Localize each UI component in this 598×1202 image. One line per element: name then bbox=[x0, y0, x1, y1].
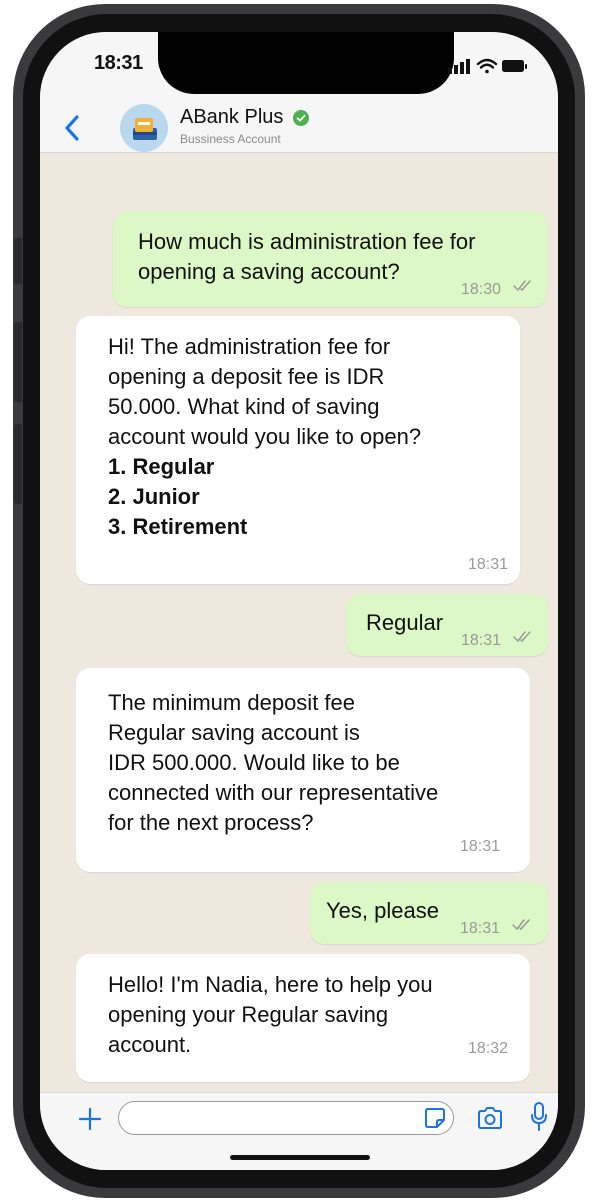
message-text-line: connected with our representative bbox=[108, 780, 439, 805]
home-indicator[interactable] bbox=[230, 1155, 370, 1160]
double-check-icon bbox=[512, 919, 530, 931]
message-text-line: Regular saving account is bbox=[108, 720, 360, 745]
message-text-line: for the next process? bbox=[108, 810, 314, 835]
contact-subtitle: Bussiness Account bbox=[180, 132, 281, 146]
phone-mute-switch bbox=[14, 238, 22, 284]
message-composer bbox=[40, 1092, 558, 1170]
message-text-line: Yes, please bbox=[326, 898, 439, 923]
message-text-line: The minimum deposit fee bbox=[108, 690, 355, 715]
message-timestamp: 18:31 bbox=[460, 838, 501, 855]
message-input[interactable] bbox=[118, 1101, 454, 1135]
message-text-line: How much is administration fee for bbox=[138, 229, 476, 254]
option-regular: 1. Regular bbox=[108, 454, 215, 479]
phone-screen: 18:31 ABank Plus Bussiness Account How m… bbox=[40, 32, 558, 1170]
option-retirement: 3. Retirement bbox=[108, 514, 248, 539]
message-text-line: Hello! I'm Nadia, here to help you bbox=[108, 972, 433, 997]
phone-volume-down-button bbox=[14, 424, 22, 504]
microphone-icon[interactable] bbox=[530, 1101, 548, 1133]
message-timestamp: 18:31 bbox=[468, 556, 509, 573]
message-bubble-outgoing[interactable]: How much is administration fee for openi… bbox=[113, 211, 547, 307]
back-chevron-icon[interactable] bbox=[62, 114, 82, 142]
plus-icon[interactable] bbox=[78, 1107, 102, 1131]
option-junior: 2. Junior bbox=[108, 484, 200, 509]
message-text-line: opening your Regular saving bbox=[108, 1002, 389, 1027]
status-bar: 18:31 bbox=[40, 32, 558, 104]
battery-icon bbox=[502, 60, 527, 72]
message-text-line: account. bbox=[108, 1032, 192, 1057]
phone-volume-up-button bbox=[14, 322, 22, 402]
signal-icon bbox=[448, 59, 470, 74]
message-bubble-incoming[interactable]: The minimum deposit fee Regular saving a… bbox=[76, 668, 530, 872]
status-icons bbox=[448, 58, 527, 74]
notch bbox=[158, 32, 454, 94]
message-timestamp: 18:31 bbox=[460, 920, 501, 937]
bank-card-icon bbox=[133, 118, 157, 140]
message-text-line: opening a deposit fee is IDR bbox=[108, 364, 385, 389]
message-text-line: opening a saving account? bbox=[138, 259, 400, 284]
message-text-line: 50.000. What kind of saving bbox=[108, 394, 380, 419]
message-text-line: Regular bbox=[366, 610, 444, 635]
double-check-icon bbox=[513, 280, 531, 292]
contact-avatar[interactable] bbox=[120, 104, 168, 152]
status-time: 18:31 bbox=[94, 52, 143, 74]
message-bubble-outgoing[interactable]: Yes, please 18:31 bbox=[310, 882, 548, 944]
double-check-icon bbox=[513, 631, 531, 643]
camera-icon[interactable] bbox=[476, 1105, 504, 1131]
message-text-line: IDR 500.000. Would like to be bbox=[108, 750, 400, 775]
message-bubble-incoming[interactable]: Hi! The administration fee for opening a… bbox=[76, 316, 520, 584]
contact-name[interactable]: ABank Plus bbox=[180, 106, 283, 129]
message-timestamp: 18:32 bbox=[468, 1040, 509, 1057]
message-timestamp: 18:31 bbox=[461, 632, 502, 649]
message-timestamp: 18:30 bbox=[461, 281, 502, 298]
message-bubble-outgoing[interactable]: Regular 18:31 bbox=[346, 594, 548, 656]
message-text-line: Hi! The administration fee for bbox=[108, 334, 391, 359]
wifi-icon bbox=[476, 58, 498, 74]
sticker-icon[interactable] bbox=[424, 1107, 446, 1129]
message-bubble-incoming[interactable]: Hello! I'm Nadia, here to help you openi… bbox=[76, 954, 530, 1082]
message-text-line: account would you like to open? bbox=[108, 424, 422, 449]
verified-badge-icon bbox=[293, 110, 309, 126]
chat-header: ABank Plus Bussiness Account bbox=[40, 104, 558, 153]
